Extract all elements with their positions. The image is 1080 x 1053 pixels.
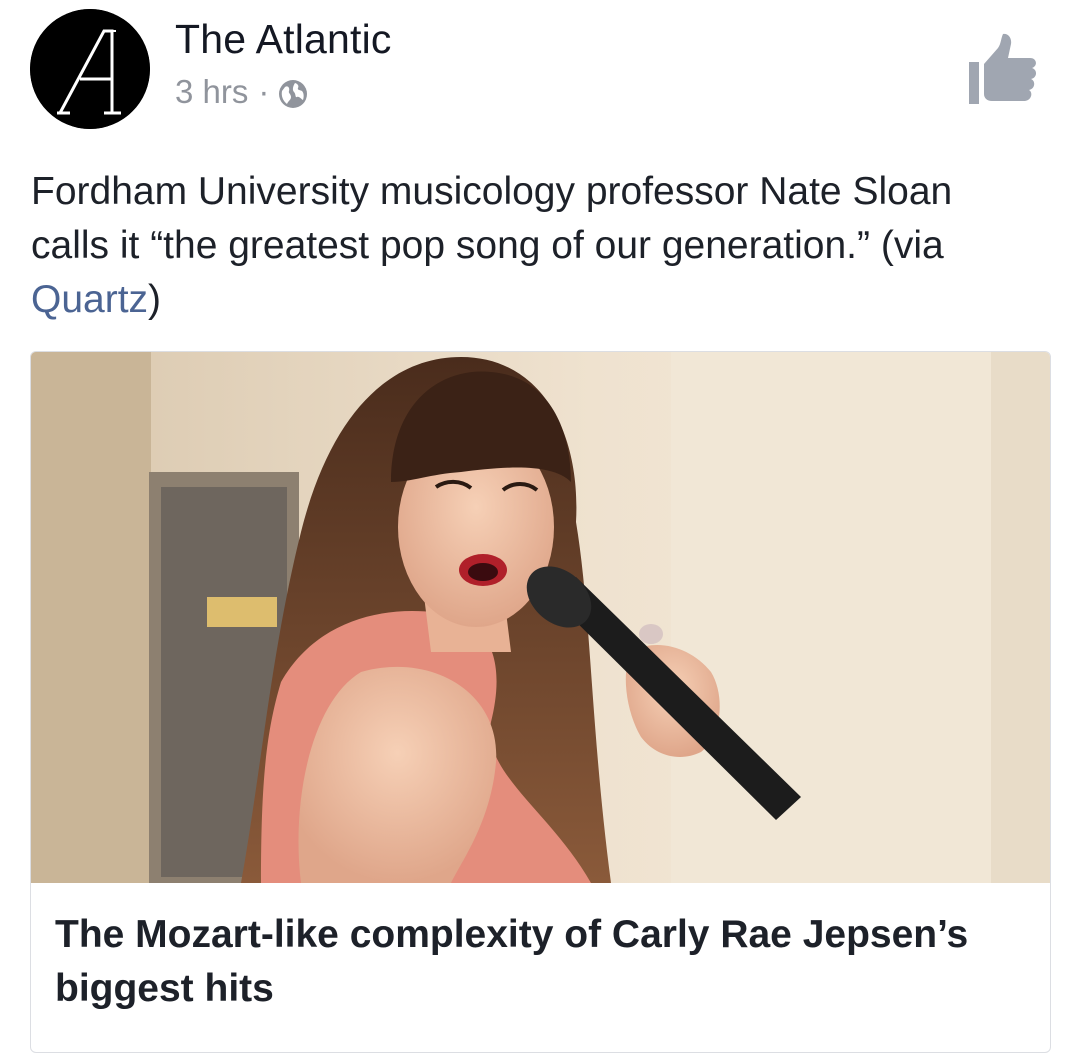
thumbs-up-icon xyxy=(969,33,1037,104)
post-message-tail: ) xyxy=(148,278,162,321)
page-avatar[interactable] xyxy=(30,9,150,129)
post-message: Fordham University musicology professor … xyxy=(31,165,1041,327)
meta-separator: · xyxy=(258,73,270,110)
source-link[interactable]: Quartz xyxy=(31,278,148,321)
atlantic-logo xyxy=(30,9,150,129)
page-name[interactable]: The Atlantic xyxy=(175,16,392,63)
singer-photo xyxy=(31,352,1050,883)
link-preview-card[interactable]: The Mozart-like complexity of Carly Rae … xyxy=(30,351,1051,1053)
link-preview-image[interactable] xyxy=(31,352,1050,883)
post-message-text: Fordham University musicology professor … xyxy=(31,170,953,267)
post-meta: 3 hrs · xyxy=(175,73,309,111)
like-button[interactable] xyxy=(966,30,1040,106)
globe-icon xyxy=(277,78,309,110)
link-preview-title[interactable]: The Mozart-like complexity of Carly Rae … xyxy=(55,908,1015,1016)
timestamp[interactable]: 3 hrs xyxy=(175,73,248,111)
